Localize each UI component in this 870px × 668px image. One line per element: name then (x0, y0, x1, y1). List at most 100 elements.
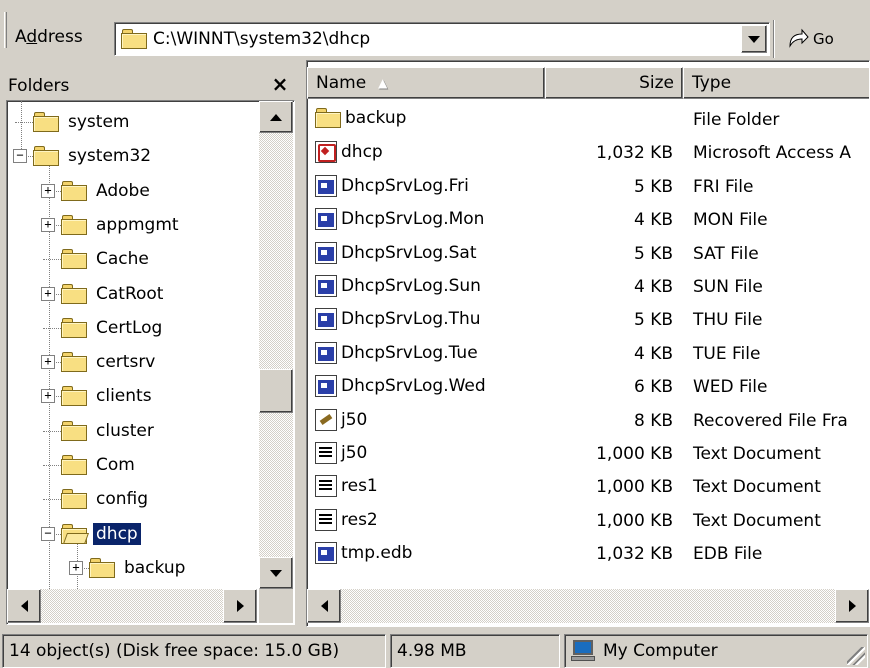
address-bar: Address C:\WINNT\system32\dhcp Go (0, 0, 870, 58)
text-document-icon (315, 442, 337, 464)
file-name-cell: backup (315, 108, 406, 128)
address-label: Address (15, 27, 83, 47)
file-type: TUE File (693, 343, 761, 364)
file-row[interactable]: DhcpSrvLog.Mon 4 KB MON File (307, 203, 869, 236)
tree-item[interactable]: + appmgmt (41, 208, 182, 242)
scroll-thumb[interactable] (259, 369, 293, 413)
expand-icon[interactable]: + (41, 355, 55, 370)
file-name: DhcpSrvLog.Sat (341, 242, 477, 263)
file-type: Text Document (693, 444, 821, 464)
column-header-name[interactable]: Name ▲ (307, 67, 545, 99)
file-size: 1,000 KB (596, 477, 673, 498)
scroll-left-button[interactable] (307, 589, 341, 623)
generic-file-icon (315, 174, 337, 197)
expand-icon[interactable]: + (41, 183, 55, 198)
tree-item[interactable]: − system32 (13, 139, 154, 173)
go-button[interactable]: Go (780, 24, 860, 54)
list-horizontal-scrollbar[interactable] (307, 589, 869, 623)
chevron-down-icon (748, 35, 760, 43)
status-object-count: 14 object(s) (Disk free space: 15.0 GB) (2, 634, 386, 668)
file-name: DhcpSrvLog.Wed (341, 376, 486, 397)
file-row[interactable]: DhcpSrvLog.Sat 5 KB SAT File (307, 237, 869, 270)
file-row[interactable]: DhcpSrvLog.Wed 6 KB WED File (307, 370, 869, 403)
collapse-icon[interactable]: − (13, 149, 27, 164)
file-type: SUN File (693, 277, 763, 297)
file-name: DhcpSrvLog.Fri (341, 175, 469, 196)
folder-icon (33, 112, 59, 132)
tree-item[interactable]: Com (41, 448, 138, 482)
tree-item[interactable]: + CatRoot (41, 277, 166, 311)
tree-view: system − system32 + Adobe + appmgmt Cache + CatRo… (7, 101, 257, 589)
tree-item[interactable]: + backup (69, 551, 188, 585)
arrow-left-icon (20, 600, 28, 612)
tree-item[interactable]: + certsrv (41, 345, 158, 379)
tree-item[interactable]: CertLog (41, 311, 165, 345)
column-header-size[interactable]: Size (545, 67, 683, 99)
pane-splitter[interactable] (298, 60, 306, 627)
close-icon[interactable]: × (268, 72, 292, 96)
tree-item[interactable]: system (13, 105, 132, 139)
file-row[interactable]: backup File Folder (307, 103, 869, 136)
expand-icon[interactable]: + (69, 560, 83, 575)
tree-item-label: Com (96, 455, 135, 475)
arrow-right-icon (236, 600, 244, 612)
file-row[interactable]: j50 8 KB Recovered File Fra (307, 404, 869, 437)
file-size: 1,000 KB (596, 510, 673, 531)
file-row[interactable]: res1 1,000 KB Text Document (307, 470, 869, 503)
folder-icon (61, 455, 87, 475)
tree-item[interactable]: cluster (41, 414, 157, 448)
file-size: 5 KB (633, 243, 673, 264)
scroll-left-button[interactable] (7, 589, 41, 623)
column-header-type[interactable]: Type (683, 67, 869, 99)
toolbar-grip[interactable] (4, 12, 7, 48)
file-row[interactable]: DhcpSrvLog.Sun 4 KB SUN File (307, 270, 869, 303)
file-row[interactable]: res2 1,000 KB Text Document (307, 504, 869, 537)
file-name: tmp.edb (341, 543, 413, 564)
tree-item[interactable]: config (41, 482, 151, 516)
file-name: DhcpSrvLog.Mon (341, 209, 485, 230)
file-size: 1,032 KB (596, 544, 673, 565)
file-name: DhcpSrvLog.Thu (341, 309, 481, 330)
recovered-file-icon (315, 408, 337, 431)
file-name-cell: DhcpSrvLog.Sat (315, 241, 477, 264)
folder-icon (61, 214, 87, 235)
address-dropdown-button[interactable] (741, 25, 767, 53)
collapse-icon[interactable]: − (41, 526, 55, 541)
tree-vertical-scrollbar[interactable] (259, 101, 293, 589)
resize-grip-icon[interactable] (847, 647, 865, 665)
generic-file-icon (315, 208, 337, 231)
file-name-cell: DhcpSrvLog.Wed (315, 375, 486, 398)
file-row[interactable]: DhcpSrvLog.Tue 4 KB TUE File (307, 337, 869, 370)
scroll-right-button[interactable] (835, 589, 869, 623)
tree-item-label: certsrv (96, 352, 156, 373)
file-list: Name ▲ Size Type backup File Folder dhcp 1,… (306, 60, 870, 627)
tree-item-label: config (96, 489, 149, 510)
file-size: 4 KB (633, 210, 673, 231)
tree-item[interactable]: + Adobe (41, 174, 153, 208)
expand-icon[interactable]: + (41, 286, 55, 301)
file-row[interactable]: tmp.edb 1,032 KB EDB File (307, 537, 869, 570)
tree-item[interactable]: Cache (41, 242, 152, 276)
file-row[interactable]: DhcpSrvLog.Thu 5 KB THU File (307, 303, 869, 336)
tree-horizontal-scrollbar[interactable] (7, 589, 257, 623)
scroll-right-button[interactable] (223, 589, 257, 623)
tree-item[interactable]: − dhcp (41, 517, 141, 551)
status-zone-label: My Computer (603, 641, 718, 661)
file-name: res1 (341, 476, 378, 497)
scroll-up-button[interactable] (259, 101, 293, 133)
tree-item[interactable]: + clients (41, 379, 155, 413)
folder-icon (61, 386, 87, 407)
address-input[interactable]: C:\WINNT\system32\dhcp (114, 22, 770, 56)
file-row[interactable]: dhcp 1,032 KB Microsoft Access A (307, 136, 869, 169)
expand-icon[interactable]: + (41, 389, 55, 404)
file-name-cell: DhcpSrvLog.Fri (315, 174, 469, 197)
expand-icon[interactable]: + (41, 217, 55, 232)
generic-file-icon (315, 241, 337, 264)
folders-pane: Folders × system − system32 + Adobe + appmgmt C… (0, 60, 298, 627)
file-row[interactable]: j50 1,000 KB Text Document (307, 437, 869, 470)
folder-icon (61, 180, 87, 201)
my-computer-icon (571, 640, 595, 662)
file-row[interactable]: DhcpSrvLog.Fri 5 KB FRI File (307, 170, 869, 203)
scroll-down-button[interactable] (259, 557, 293, 589)
folders-title: Folders (8, 76, 70, 96)
